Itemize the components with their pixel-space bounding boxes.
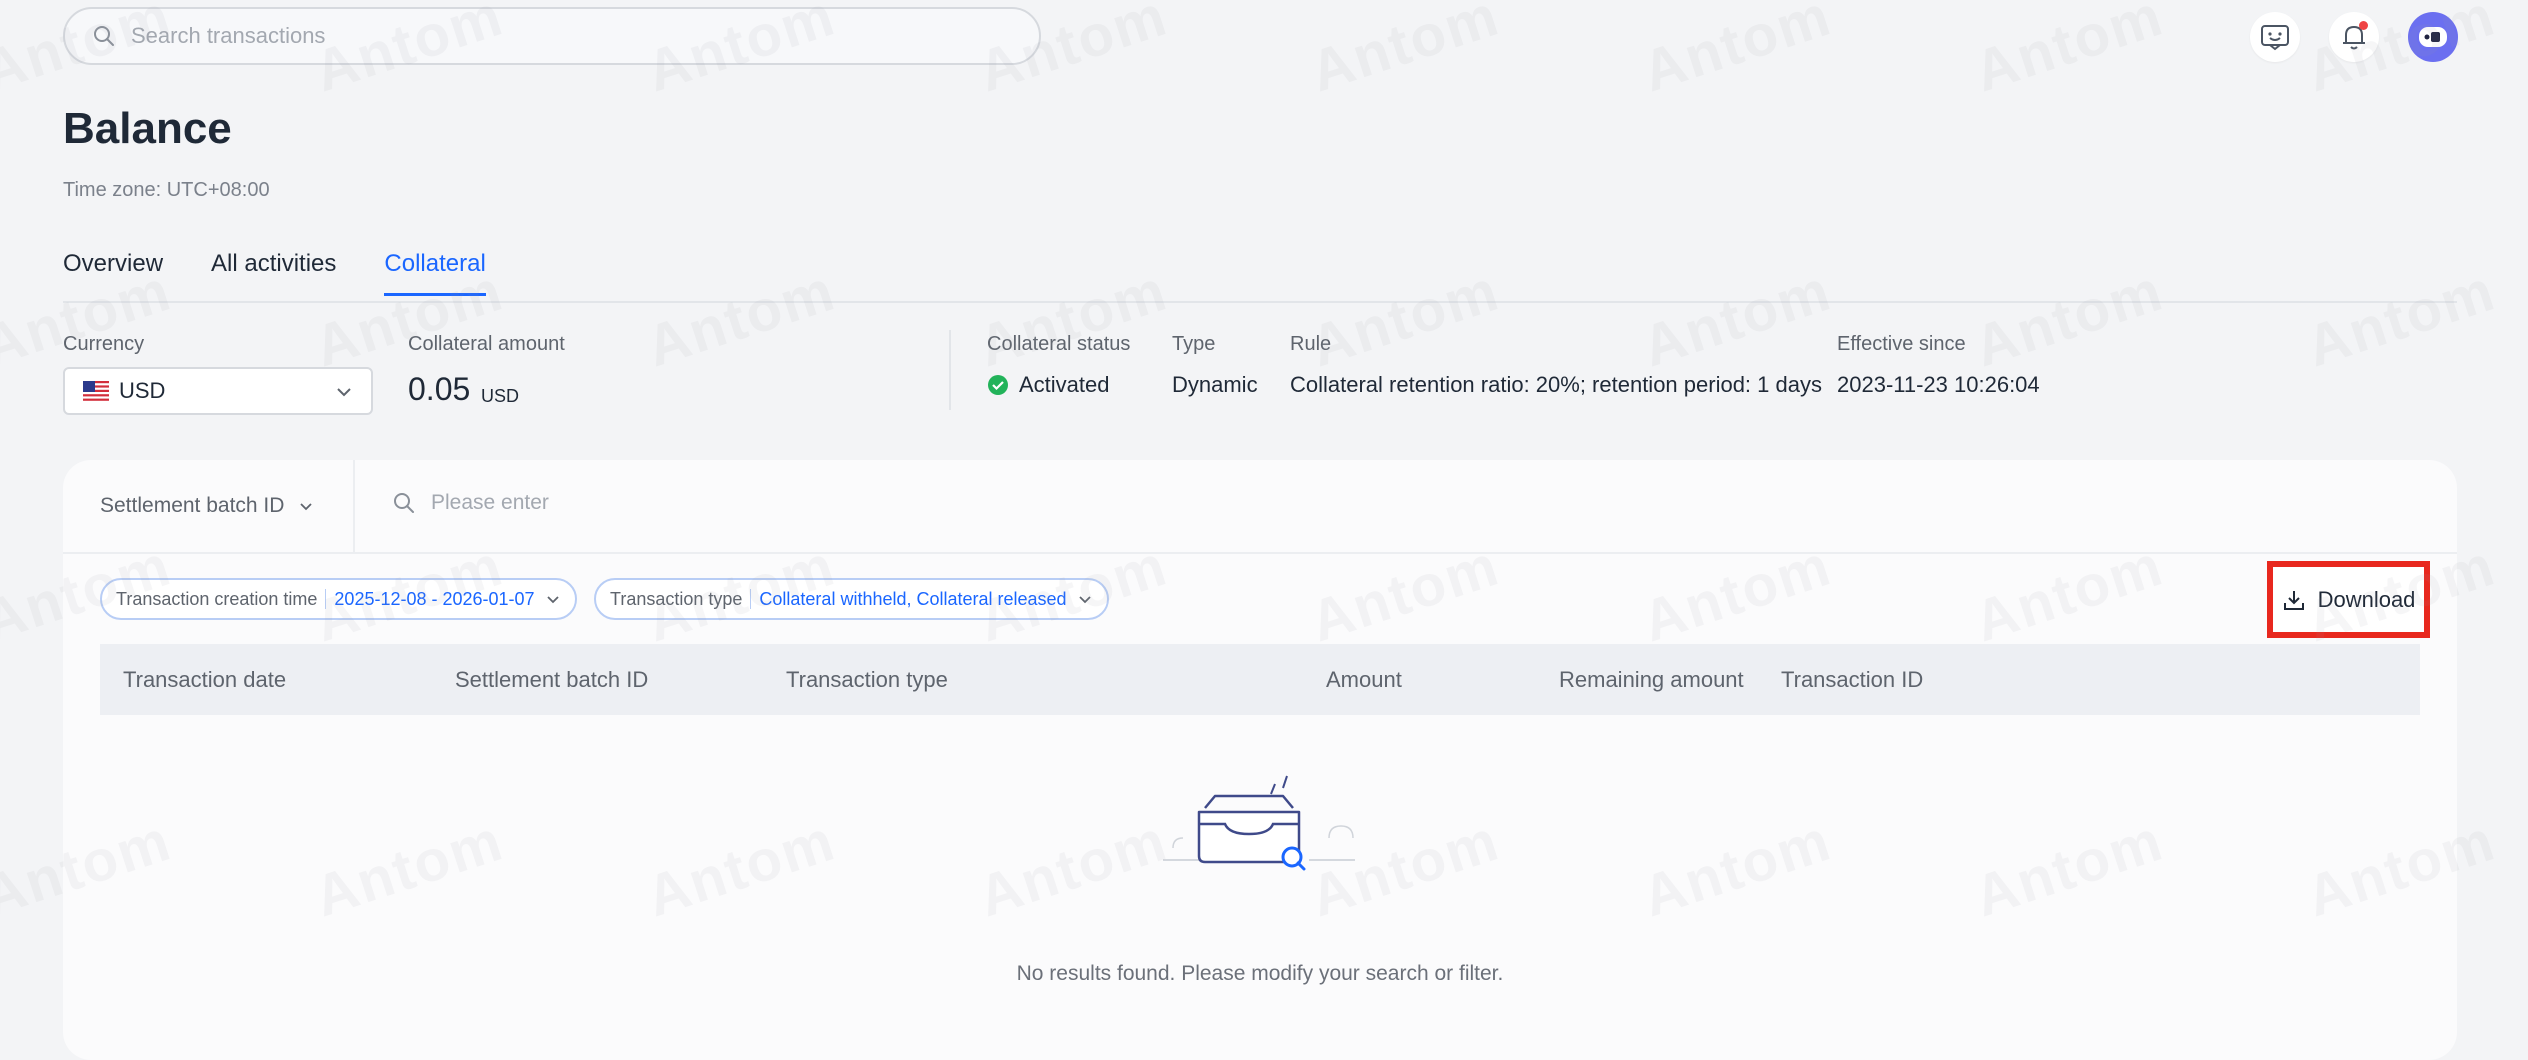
currency-label: Currency [63,333,145,355]
column-header[interactable]: Transaction type [786,667,948,693]
download-icon [2283,590,2304,610]
watermark-text: Antom [2298,0,2503,105]
chevron-down-icon [546,596,559,604]
chip-label: Transaction type [610,588,743,609]
tab-overview[interactable]: Overview [63,250,163,296]
table-header: Transaction date Settlement batch ID Tra… [100,644,2420,715]
empty-inbox-icon [1163,775,1355,871]
column-header[interactable]: Settlement batch ID [455,667,648,693]
transactions-panel: Settlement batch ID Transaction creation… [63,460,2457,1060]
collateral-amount-label: Collateral amount [408,333,565,355]
column-header[interactable]: Transaction ID [1781,667,1923,693]
filter-chip-transaction-type[interactable]: Transaction type Collateral withheld, Co… [594,578,1109,620]
column-header[interactable]: Transaction date [123,667,286,693]
chevron-down-icon [337,388,351,397]
rule-value: Collateral retention ratio: 20%; retenti… [1290,372,1822,397]
chevron-down-icon [300,503,313,511]
page-title: Balance [63,104,232,153]
status-text: Activated [1019,372,1110,397]
search-icon [394,493,414,513]
chevron-down-icon [1078,596,1091,604]
collateral-status-value: Activated [987,372,1110,398]
type-label: Type [1172,333,1216,355]
filter-chip-creation-time[interactable]: Transaction creation time 2025-12-08 - 2… [100,578,577,620]
user-avatar[interactable] [2408,12,2458,62]
download-button[interactable]: Download [2267,561,2430,638]
tab-all-activities[interactable]: All activities [211,250,336,296]
tab-collateral[interactable]: Collateral [384,250,486,296]
tab-bar: Overview All activities Collateral [63,250,534,296]
tabs-divider [63,301,2457,303]
watermark-text: Antom [2298,257,2503,380]
column-header[interactable]: Remaining amount [1559,667,1744,693]
feedback-icon [2261,25,2289,51]
us-flag-icon [83,381,109,401]
notifications-button[interactable] [2329,12,2379,62]
column-header[interactable]: Amount [1326,667,1402,693]
global-search[interactable] [63,7,1041,65]
chip-separator [325,589,327,609]
timezone-text: Time zone: UTC+08:00 [63,179,270,201]
batch-search[interactable] [393,490,1033,516]
download-label: Download [2317,586,2416,612]
batch-search-input[interactable] [429,490,1033,516]
chip-separator [750,589,752,609]
watermark-text: Antom [638,257,843,380]
watermark-text: Antom [1966,0,2171,105]
rule-label: Rule [1290,333,1332,355]
watermark-text: Antom [1634,257,1839,380]
type-value: Dynamic [1172,372,1258,397]
watermark-text: Antom [1302,0,1507,105]
settlement-batch-select-label: Settlement batch ID [100,494,285,517]
collateral-amount-value: 0.05 [408,371,471,407]
currency-select[interactable]: USD [63,367,373,415]
collateral-status-label: Collateral status [987,333,1131,355]
effective-since-label: Effective since [1837,333,1966,355]
collateral-amount-unit: USD [481,386,520,406]
avatar-icon [2419,27,2447,47]
chip-value: 2025-12-08 - 2026-01-07 [334,588,535,609]
settlement-batch-select[interactable]: Settlement batch ID [100,494,314,518]
watermark-text: Antom [970,257,1175,380]
watermark-text: Antom [1634,0,1839,105]
filter-divider [353,460,355,552]
info-divider [949,330,951,410]
chip-value: Collateral withheld, Collateral released [759,588,1067,609]
effective-since-value: 2023-11-23 10:26:04 [1837,372,2040,397]
notification-dot [2359,21,2368,30]
search-input[interactable] [129,22,993,50]
check-circle-icon [988,375,1008,395]
filter-row: Settlement batch ID [63,460,2457,554]
search-icon [94,26,114,46]
empty-state-message: No results found. Please modify your sea… [1016,962,1504,985]
currency-value: USD [119,378,166,403]
chip-label: Transaction creation time [116,588,318,609]
watermark-text: Antom [1966,257,2171,380]
watermark-text: Antom [1302,257,1507,380]
feedback-button[interactable] [2250,12,2300,62]
